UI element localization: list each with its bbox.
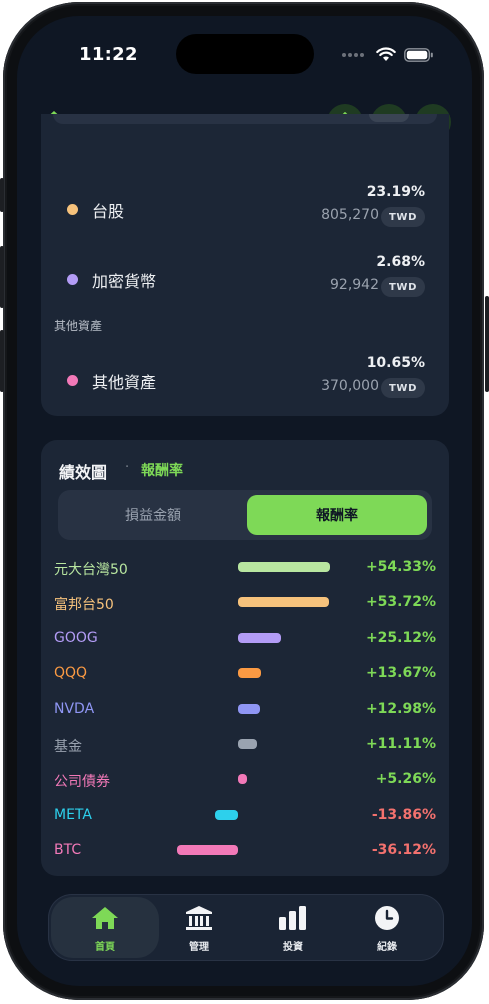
performance-row[interactable]: GOOG +25.12% (41, 627, 449, 651)
home-icon (92, 907, 118, 929)
performance-item-name: 元大台灣50 (54, 562, 128, 578)
status-time: 11:22 (79, 44, 138, 65)
tab-label: 投資 (283, 942, 303, 953)
action-button (0, 178, 4, 212)
performance-value: +5.26% (375, 771, 436, 788)
performance-bar (238, 703, 260, 714)
screen: 11:22 首頁 (17, 16, 472, 986)
performance-value: +53.72% (365, 594, 436, 611)
bank-icon (186, 906, 212, 930)
performance-item-name: 富邦台50 (54, 597, 114, 614)
bar-chart-icon (279, 906, 306, 930)
performance-row[interactable]: NVDA +12.98% (41, 698, 449, 722)
performance-row[interactable]: BTC -36.12% (41, 839, 449, 863)
asset-name: 台股 (92, 202, 125, 221)
tab-home[interactable]: 首頁 (51, 897, 159, 958)
segment-return-rate[interactable]: 報酬率 (247, 495, 427, 535)
asset-amount: 92,942 (330, 277, 379, 293)
asset-amount: 370,000 (321, 378, 379, 394)
battery-icon (404, 47, 433, 62)
performance-item-name: 基金 (54, 739, 82, 755)
segmented-control: 損益金額 報酬率 (58, 490, 432, 540)
performance-item-name: META (54, 806, 92, 823)
allocation-card: 台股 23.19% 805,270 TWD 加密貨幣 2.68% 92,942 … (41, 114, 449, 416)
asset-row-tw-stocks[interactable]: 台股 23.19% 805,270 TWD (41, 180, 449, 236)
performance-bar (238, 632, 281, 643)
clock-icon (375, 906, 399, 930)
segment-profit-amount[interactable]: 損益金額 (63, 495, 243, 535)
performance-row[interactable]: 公司債券 +5.26% (41, 768, 449, 792)
performance-row[interactable]: 富邦台50 +53.72% (41, 591, 449, 615)
performance-value: +13.67% (365, 665, 436, 682)
tab-label: 管理 (189, 942, 209, 953)
performance-row[interactable]: META -13.86% (41, 804, 449, 828)
performance-row[interactable]: 基金 +11.11% (41, 733, 449, 757)
asset-name: 加密貨幣 (92, 272, 157, 291)
asset-color-dot (67, 204, 78, 215)
asset-amount: 805,270 (321, 207, 379, 223)
currency-badge: TWD (381, 378, 425, 398)
performance-bar (238, 739, 257, 749)
currency-badge: TWD (381, 207, 425, 227)
clipped-row (53, 114, 437, 124)
performance-row[interactable]: 元大台灣50 +54.33% (41, 556, 449, 580)
asset-row-crypto[interactable]: 加密貨幣 2.68% 92,942 TWD (41, 250, 449, 306)
performance-value: +12.98% (365, 700, 436, 717)
cellular-signal-icon (342, 52, 364, 57)
tab-records[interactable]: 紀錄 (333, 897, 441, 958)
performance-item-name: GOOG (54, 629, 98, 646)
performance-card: 績效圖 · 報酬率 損益金額 報酬率 元大台灣50 +54.33% 富邦台50 +53… (41, 440, 449, 876)
performance-item-name: 公司債券 (54, 774, 110, 791)
section-label-other-assets: 其他資產 (54, 319, 103, 333)
asset-percent: 23.19% (366, 184, 425, 200)
asset-color-dot (67, 375, 78, 386)
performance-value: +11.11% (365, 736, 436, 752)
performance-bar (238, 774, 247, 785)
performance-title: 績效圖 (59, 463, 108, 482)
performance-item-name: BTC (54, 842, 82, 859)
status-icons (342, 47, 434, 62)
power-button (485, 296, 489, 392)
performance-bar (238, 668, 262, 679)
asset-name: 其他資產 (92, 373, 157, 392)
asset-percent: 10.65% (366, 355, 425, 371)
dynamic-island (176, 34, 314, 74)
currency-badge: TWD (381, 277, 425, 297)
asset-color-dot (67, 274, 78, 285)
performance-value: -36.12% (371, 842, 436, 859)
performance-row[interactable]: QQQ +13.67% (41, 662, 449, 686)
performance-value: +54.33% (365, 559, 436, 575)
performance-item-name: NVDA (54, 700, 95, 717)
volume-up-button (0, 246, 4, 308)
asset-row-other-assets[interactable]: 其他資產 10.65% 370,000 TWD (41, 351, 449, 407)
wifi-icon (376, 47, 396, 61)
tab-label: 紀錄 (377, 942, 397, 953)
performance-value: -13.86% (371, 806, 436, 823)
performance-bar (176, 845, 238, 856)
performance-item-name: QQQ (54, 665, 88, 682)
tab-label: 首頁 (95, 942, 115, 953)
performance-mode-label: 報酬率 (141, 463, 183, 479)
asset-percent: 2.68% (376, 254, 425, 270)
performance-bar (214, 809, 238, 820)
tab-investment[interactable]: 投資 (239, 897, 347, 958)
tab-bar: 首頁 管理 投資 紀錄 (48, 894, 444, 961)
performance-bar (238, 562, 330, 572)
volume-down-button (0, 330, 4, 392)
tab-manage[interactable]: 管理 (145, 897, 253, 958)
title-separator: · (125, 460, 130, 475)
performance-value: +25.12% (365, 629, 436, 646)
performance-bar (238, 597, 329, 608)
